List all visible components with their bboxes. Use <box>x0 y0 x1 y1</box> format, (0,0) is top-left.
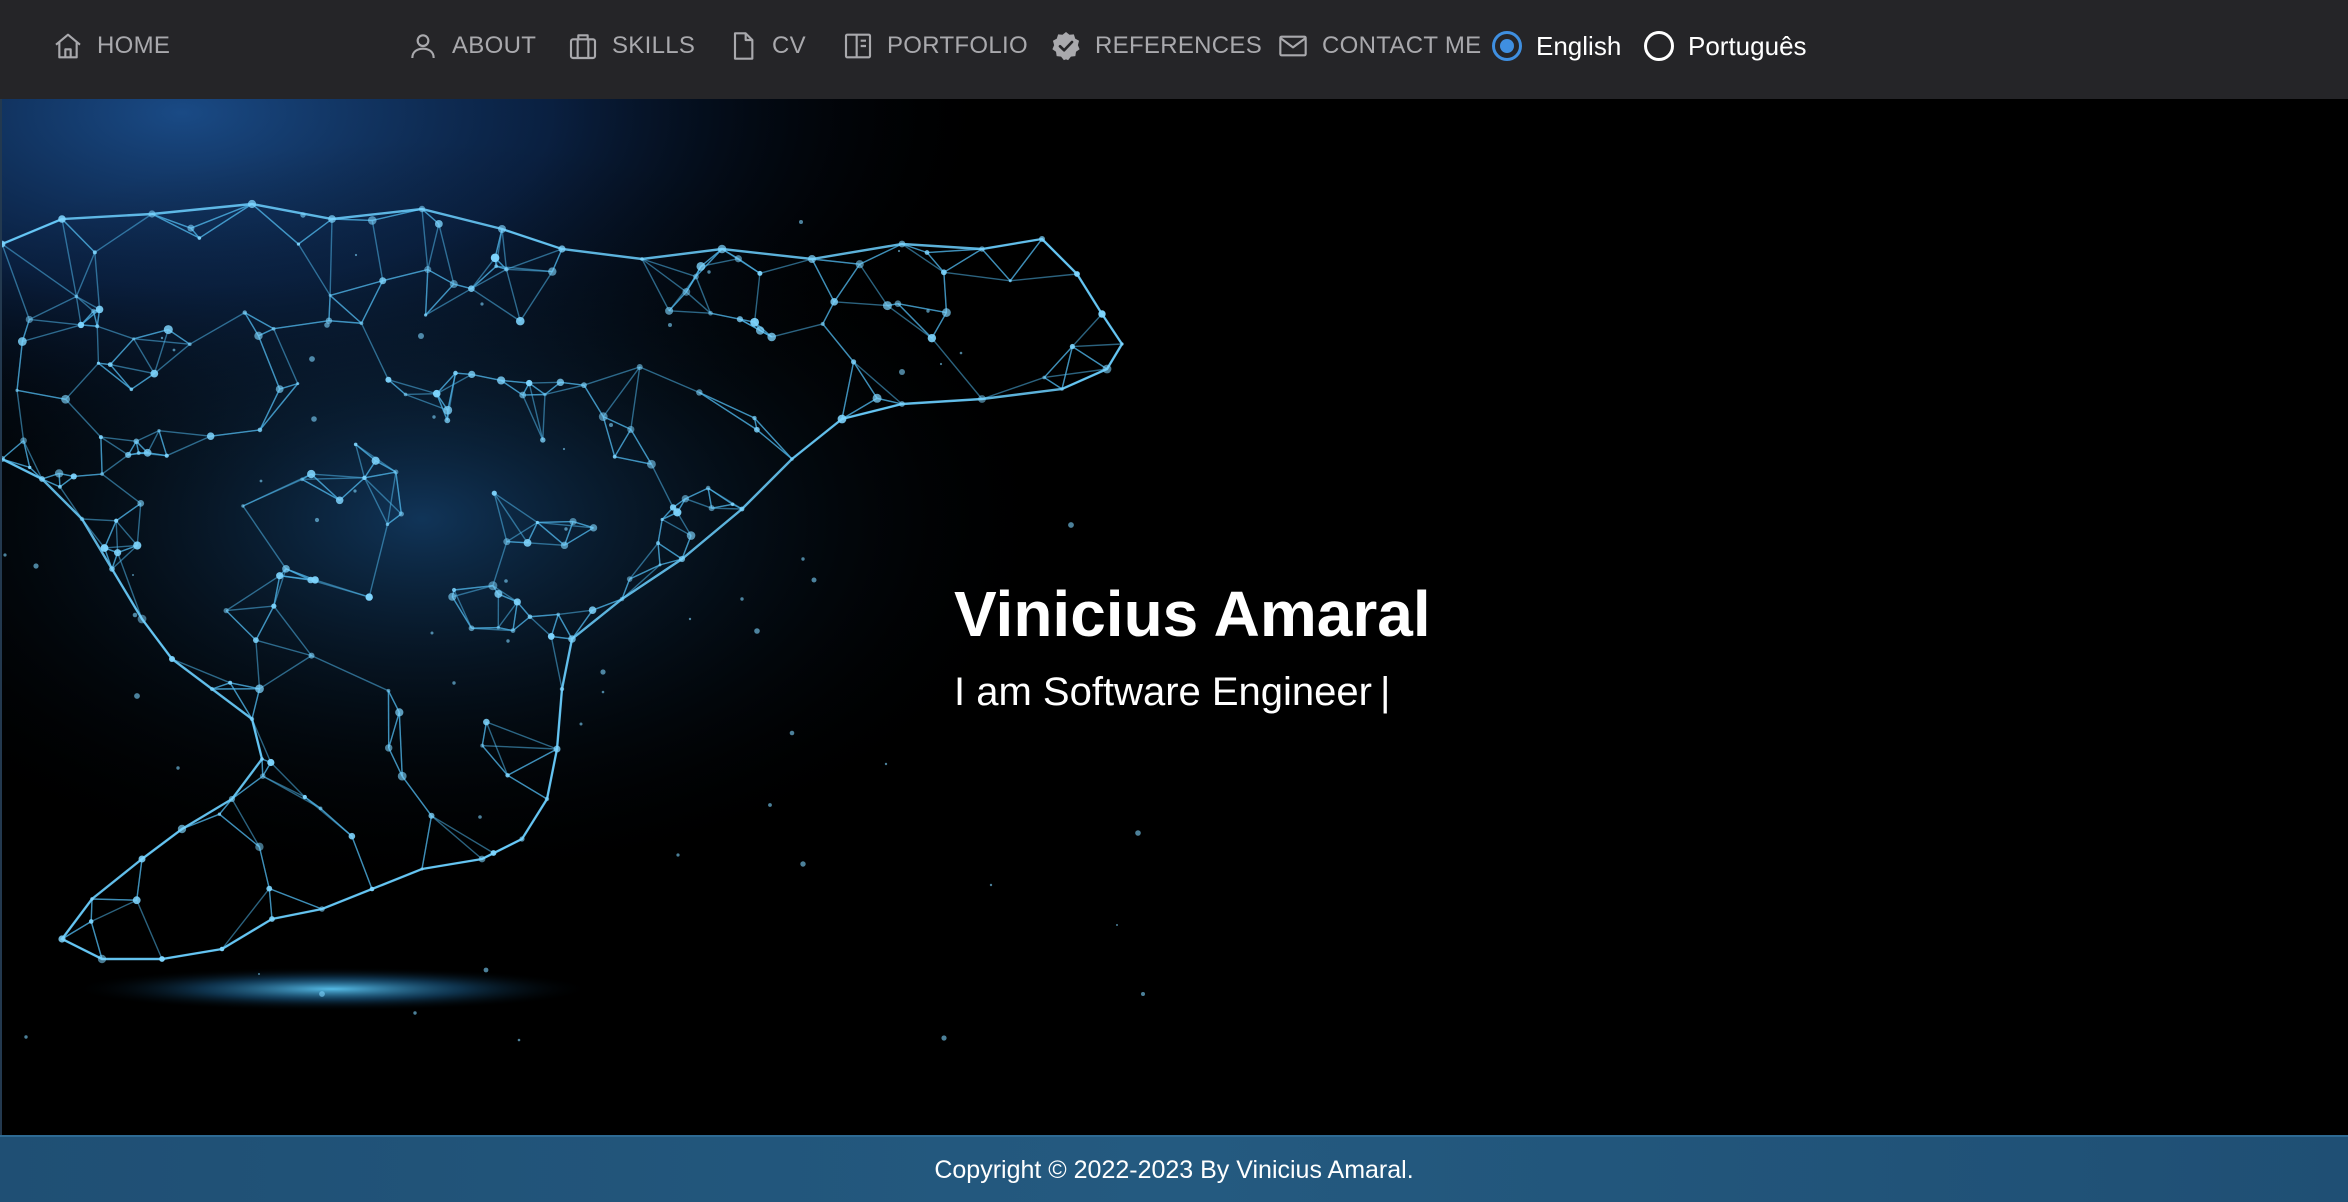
home-icon <box>52 30 84 62</box>
nav-home[interactable]: HOME <box>52 0 170 92</box>
copyright-text: Copyright © 2022-2023 By Vinicius Amaral… <box>934 1156 1414 1184</box>
language-english-label: English <box>1536 30 1622 61</box>
english-radio[interactable] <box>1492 31 1522 61</box>
language-portuguese-label: Português <box>1688 30 1807 61</box>
nav-references-label: REFERENCES <box>1095 32 1263 59</box>
nav-about-label: ABOUT <box>452 32 537 59</box>
typing-cursor: | <box>1380 670 1391 714</box>
hero-tagline-line: I am Software Engineer | <box>954 670 1390 715</box>
language-option-portuguese[interactable]: Português <box>1644 0 1807 92</box>
nav-cv-label: CV <box>772 32 806 59</box>
nav-about[interactable]: ABOUT <box>407 0 536 92</box>
page-footer: Copyright © 2022-2023 By Vinicius Amaral… <box>0 1135 2348 1202</box>
nav-skills[interactable]: SKILLS <box>567 0 695 92</box>
columns-icon <box>842 30 874 62</box>
nav-references[interactable]: REFERENCES <box>1050 0 1262 92</box>
nav-contact[interactable]: CONTACT ME <box>1277 0 1481 92</box>
nav-contact-label: CONTACT ME <box>1322 32 1482 59</box>
page: HOME ABOUT SKILLS CV PORTFOLIO REFERENCE… <box>0 0 2348 1202</box>
nav-home-label: HOME <box>97 32 171 59</box>
nav-skills-label: SKILLS <box>612 32 696 59</box>
hero-tagline: I am Software Engineer <box>954 670 1372 714</box>
language-option-english[interactable]: English <box>1492 0 1621 92</box>
nav-portfolio-label: PORTFOLIO <box>887 32 1028 59</box>
hero-section: Vinicius Amaral I am Software Engineer | <box>0 99 2348 1135</box>
portuguese-radio[interactable] <box>1644 31 1674 61</box>
nav-portfolio[interactable]: PORTFOLIO <box>842 0 1028 92</box>
verified-badge-icon <box>1050 30 1082 62</box>
briefcase-icon <box>567 30 599 62</box>
user-icon <box>407 30 439 62</box>
nav-cv[interactable]: CV <box>727 0 806 92</box>
file-icon <box>727 30 759 62</box>
hero-name: Vinicius Amaral <box>954 578 1431 650</box>
mail-icon <box>1277 30 1309 62</box>
top-navbar: HOME ABOUT SKILLS CV PORTFOLIO REFERENCE… <box>0 0 2348 100</box>
